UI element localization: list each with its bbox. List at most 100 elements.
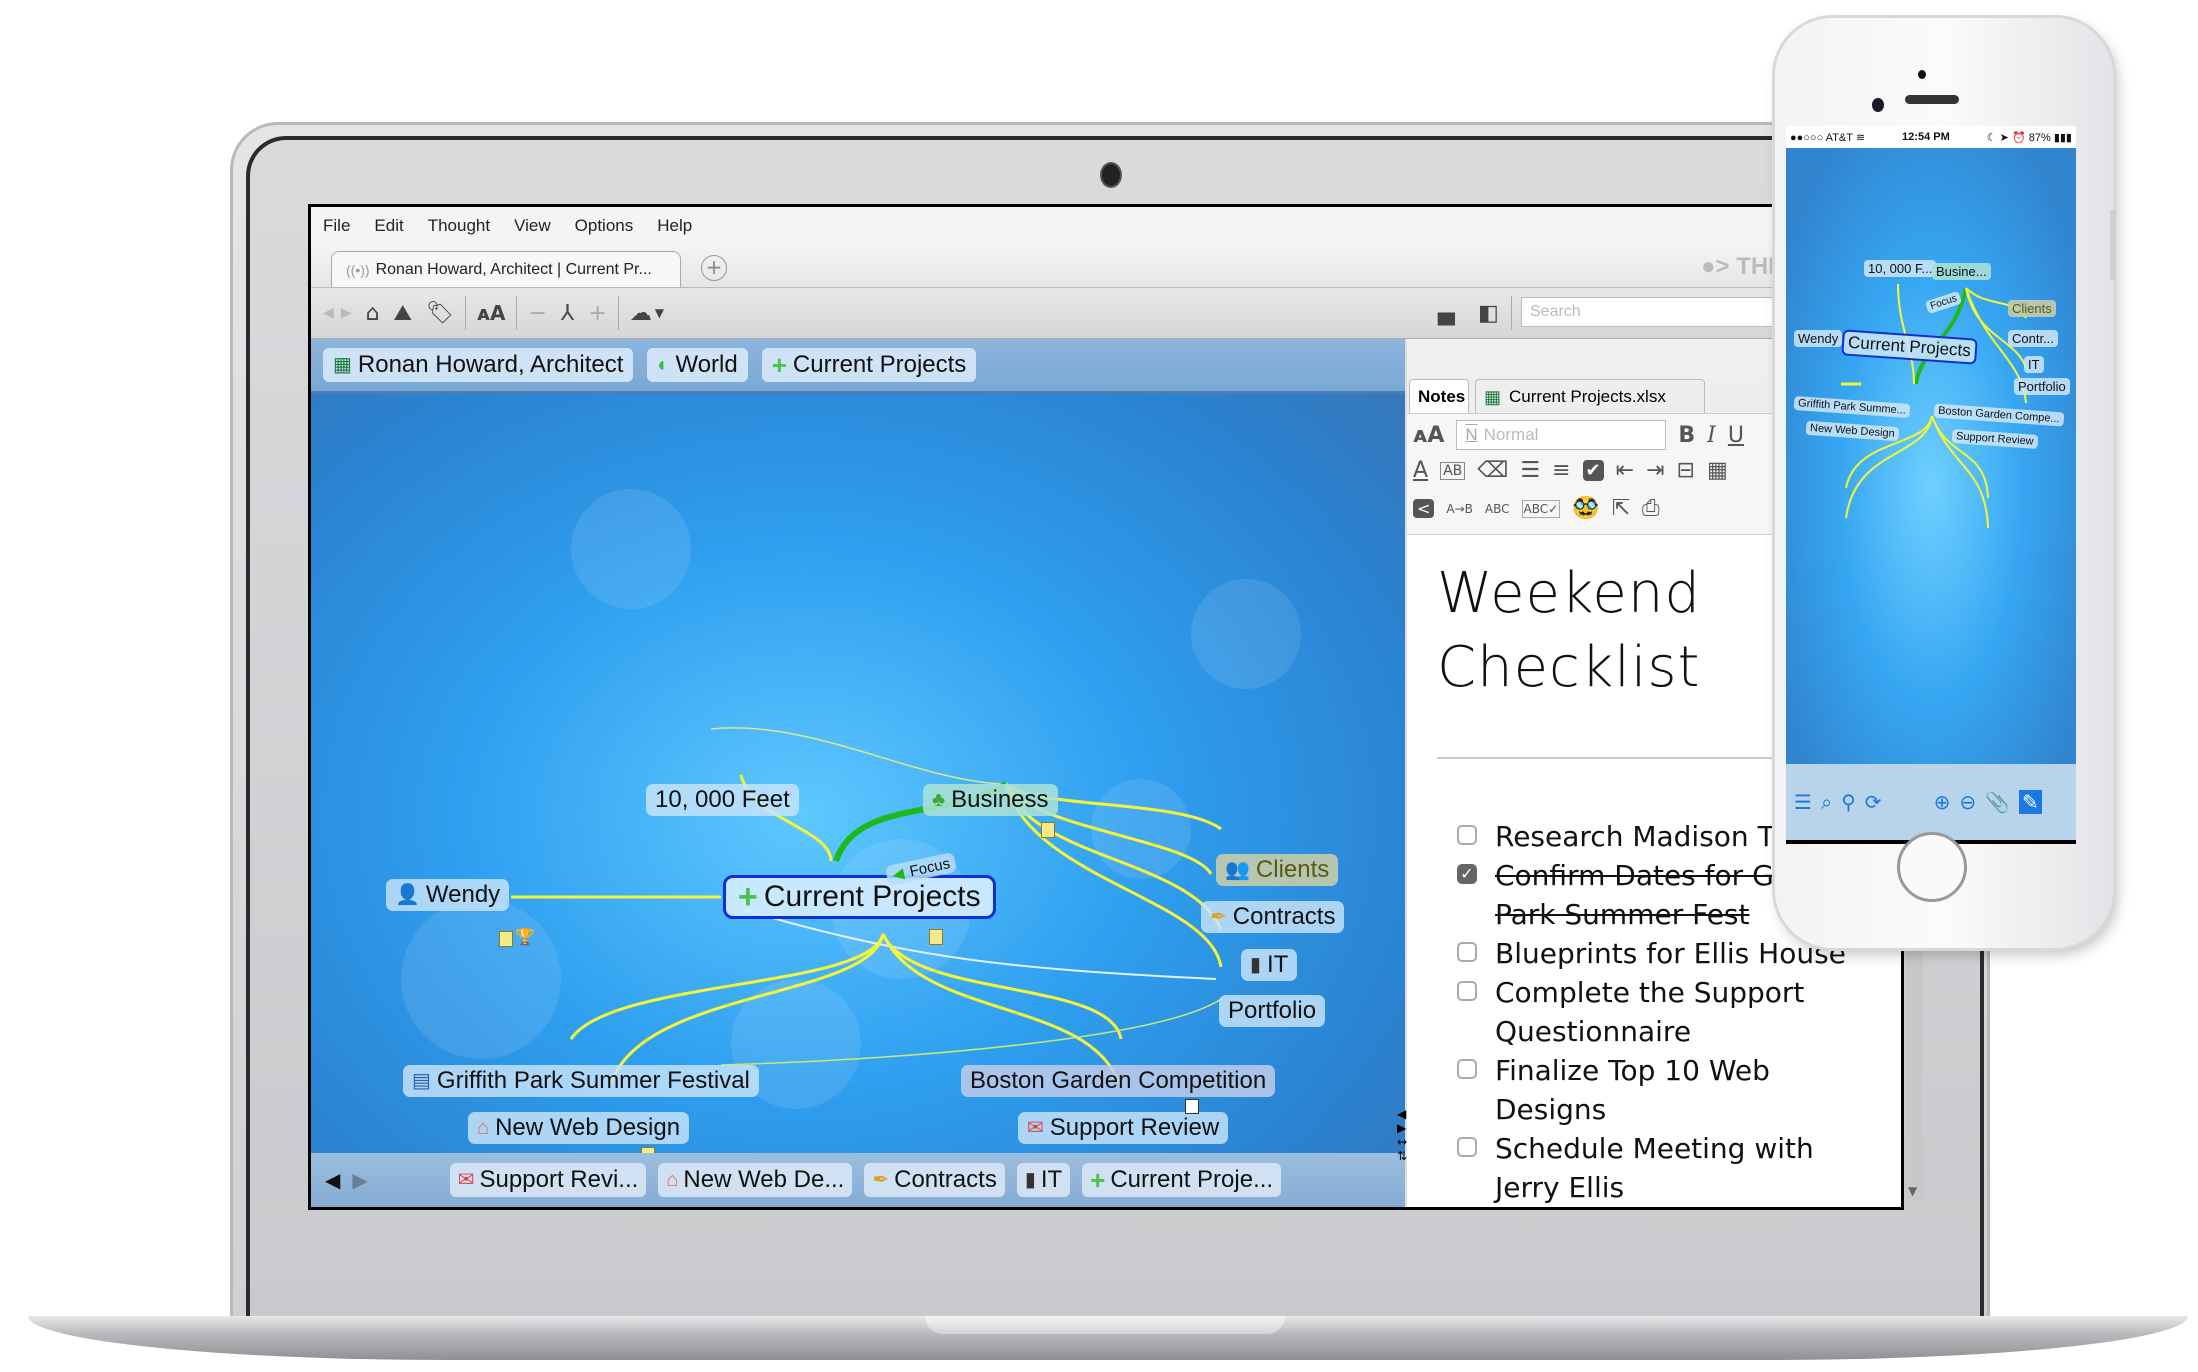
back-arrow-icon[interactable]: ◀ xyxy=(323,305,334,321)
checklist-item[interactable]: Finalize Top 10 Web Designs xyxy=(1457,1051,1887,1129)
menu-options[interactable]: Options xyxy=(575,216,634,236)
bottom-panel-icon[interactable]: ▄ xyxy=(1438,301,1455,326)
tab-notes[interactable]: Notes xyxy=(1409,379,1469,413)
phone-node-contracts[interactable]: Contr... xyxy=(2008,330,2058,347)
tab-attachment-xlsx[interactable]: ▦ Current Projects.xlsx xyxy=(1475,379,1705,413)
note-title[interactable]: Weekend Checklist xyxy=(1437,557,1737,705)
scroll-down-icon[interactable]: ▼ xyxy=(1908,1184,1917,1198)
node-support-review[interactable]: ✉ Support Review xyxy=(1018,1112,1229,1144)
breadcrumb-ronan-howard[interactable]: ▦ Ronan Howard, Architect xyxy=(323,348,634,382)
bullet-list-icon[interactable]: ☰ xyxy=(1520,458,1540,483)
node-current-projects[interactable]: + Current Projects xyxy=(723,875,996,919)
node-portfolio[interactable]: Portfolio xyxy=(1219,995,1326,1027)
menu-edit[interactable]: Edit xyxy=(374,216,403,236)
node-business[interactable]: ♣ Business xyxy=(923,784,1058,816)
resize-horizontal-icon[interactable]: ↔ xyxy=(1397,1135,1407,1149)
checklist-item[interactable]: Complete the Support Questionnaire xyxy=(1457,973,1887,1051)
print-icon[interactable]: ⎙ xyxy=(1642,496,1660,521)
collapse-minus-icon[interactable]: − xyxy=(528,301,546,326)
font-color-icon[interactable]: A xyxy=(1413,458,1428,483)
previous-icon[interactable]: ◀ xyxy=(325,1168,340,1192)
checkbox[interactable] xyxy=(1457,1137,1477,1157)
phone-node-wendy[interactable]: Wendy xyxy=(1794,330,1843,347)
dropdown-caret-icon[interactable]: ▼ xyxy=(655,306,664,320)
node-contracts[interactable]: ✒ Contracts xyxy=(1201,901,1345,933)
mind-map-canvas[interactable]: ▦ Ronan Howard, Architect ◐ World + Current… xyxy=(311,339,1405,1207)
menu-view[interactable]: View xyxy=(514,216,551,236)
expand-plus-icon[interactable]: + xyxy=(588,301,606,326)
tab-brain[interactable]: ((•)) Ronan Howard, Architect | Current … xyxy=(331,251,681,287)
pin-current-projects[interactable]: + Current Proje... xyxy=(1082,1163,1282,1197)
phone-node-clients[interactable]: Clients xyxy=(2008,300,2056,317)
swap-icon[interactable]: ⇅ xyxy=(1397,1149,1407,1163)
forward-arrow-icon[interactable]: ▶ xyxy=(341,305,352,321)
numbered-list-icon[interactable]: ≡ xyxy=(1552,458,1570,483)
pin-support-review[interactable]: ✉ Support Revi... xyxy=(449,1163,647,1197)
breadcrumb-current-projects[interactable]: + Current Projects xyxy=(761,348,977,382)
node-clients[interactable]: 👥 Clients xyxy=(1216,854,1339,886)
font-size-icon[interactable]: ᴀA xyxy=(477,301,506,325)
find-replace-icon[interactable]: A→B xyxy=(1446,502,1473,516)
search-icon[interactable]: ⌕ xyxy=(1821,790,1832,814)
incognito-icon[interactable]: 🥸 xyxy=(1572,496,1599,521)
home-icon[interactable]: ⌂ xyxy=(366,301,380,326)
checklist-item[interactable]: Schedule Meeting with Jerry Ellis xyxy=(1457,1129,1887,1207)
node-boston-garden[interactable]: Boston Garden Competition xyxy=(961,1065,1276,1097)
checkbox[interactable] xyxy=(1457,1059,1477,1079)
phone-node-portfolio[interactable]: Portfolio xyxy=(2014,378,2070,395)
phone-node-10000-feet[interactable]: 10, 000 F... xyxy=(1864,260,1937,277)
node-new-web-design[interactable]: ⌂ New Web Design xyxy=(468,1112,690,1144)
checkbox-checked[interactable]: ✓ xyxy=(1457,864,1477,884)
phone-node-it[interactable]: IT xyxy=(2024,356,2044,373)
tag-icon[interactable]: 🏷 xyxy=(426,301,454,326)
add-tab-button[interactable]: + xyxy=(701,255,727,281)
spellcheck-icon[interactable]: ABC✓ xyxy=(1521,499,1561,518)
edit-icon[interactable]: ✎ xyxy=(2019,790,2042,814)
checkbox[interactable] xyxy=(1457,981,1477,1001)
cloud-icon[interactable]: ☁ xyxy=(630,301,652,326)
pin-contracts[interactable]: ✒ Contracts xyxy=(864,1163,1005,1197)
spell-numbers-icon[interactable]: ABC xyxy=(1485,502,1510,516)
pin-new-web-design[interactable]: ⌂ New Web De... xyxy=(658,1163,853,1197)
pin-icon[interactable]: ⚲ xyxy=(1841,790,1856,814)
menu-thought[interactable]: Thought xyxy=(428,216,490,236)
horizontal-rule-icon[interactable]: ⊟ xyxy=(1677,458,1695,483)
indent-icon[interactable]: ⇥ xyxy=(1646,458,1664,483)
calendar-icon[interactable]: ▦ xyxy=(1707,458,1728,483)
menu-file[interactable]: File xyxy=(323,216,350,236)
bold-icon[interactable]: B xyxy=(1678,423,1695,448)
phone-mind-map[interactable]: 10, 000 F... Busine... Clients Contr... … xyxy=(1786,148,2076,764)
italic-icon[interactable]: I xyxy=(1707,423,1716,448)
zoom-out-icon[interactable]: ⊖ xyxy=(1959,790,1976,814)
checkbox[interactable] xyxy=(1457,942,1477,962)
paragraph-style-select[interactable]: N Normal xyxy=(1456,420,1667,450)
collapse-right-icon[interactable]: ▶ xyxy=(1397,1121,1407,1135)
breadcrumb-world[interactable]: ◐ World xyxy=(647,348,748,382)
collapse-icon[interactable]: < xyxy=(1413,499,1435,518)
menu-help[interactable]: Help xyxy=(657,216,692,236)
checkbox-list-icon[interactable]: ✔ xyxy=(1582,460,1604,481)
zoom-in-icon[interactable]: ⊕ xyxy=(1934,790,1951,814)
phone-home-button[interactable] xyxy=(1897,832,1967,902)
network-icon[interactable]: ⅄ xyxy=(561,301,574,326)
node-it[interactable]: ▮ IT xyxy=(1241,949,1298,981)
attachment-icon[interactable]: 📎 xyxy=(1985,790,2010,814)
eraser-icon[interactable]: ⌫ xyxy=(1477,458,1508,483)
node-wendy[interactable]: 👤 Wendy xyxy=(386,879,510,911)
phone-node-business[interactable]: Busine... xyxy=(1932,263,1991,280)
checkbox[interactable] xyxy=(1457,825,1477,845)
outdent-icon[interactable]: ⇤ xyxy=(1616,458,1634,483)
map-pin-icon[interactable]: ⛰ xyxy=(394,301,412,326)
splitter-controls[interactable]: ◀ ▶ ↔ ⇅ xyxy=(1397,1107,1407,1163)
highlight-icon[interactable]: AB xyxy=(1440,461,1466,480)
underline-icon[interactable]: U xyxy=(1728,423,1744,448)
sync-icon[interactable]: ⟳ xyxy=(1865,790,1882,814)
pin-it[interactable]: ▮ IT xyxy=(1016,1163,1071,1197)
menu-icon[interactable]: ☰ xyxy=(1794,790,1812,814)
collapse-left-icon[interactable]: ◀ xyxy=(1397,1107,1407,1121)
export-icon[interactable]: ⇱ xyxy=(1612,496,1630,521)
node-griffith-park[interactable]: ▤ Griffith Park Summer Festival xyxy=(403,1065,759,1097)
font-size-icon[interactable]: ᴀA xyxy=(1413,423,1444,448)
right-panel-icon[interactable]: ◧ xyxy=(1478,301,1499,326)
node-10000-feet[interactable]: 10, 000 Feet xyxy=(646,784,799,816)
